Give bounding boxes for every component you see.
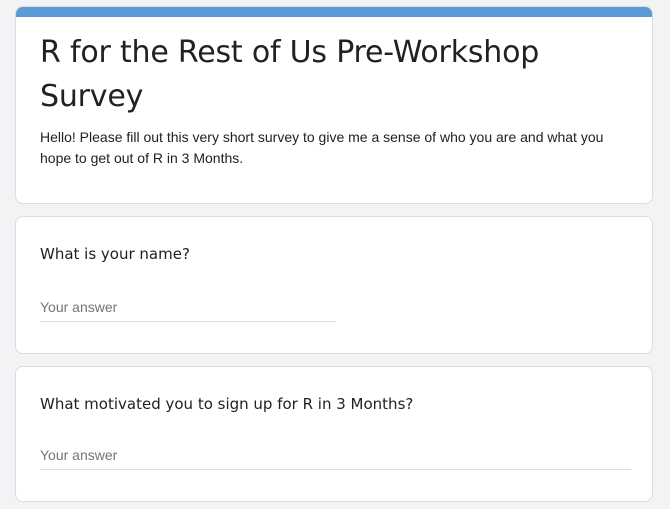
form-header-card: R for the Rest of Us Pre-Workshop Survey… <box>15 6 653 204</box>
form-title: R for the Rest of Us Pre-Workshop Survey <box>40 35 540 114</box>
form-description: Hello! Please fill out this very short s… <box>40 129 604 166</box>
form-container: R for the Rest of Us Pre-Workshop Survey… <box>0 0 670 509</box>
question-card-motivation: What motivated you to sign up for R in 3… <box>15 366 653 502</box>
name-answer-input[interactable] <box>40 297 336 322</box>
question-title: What is your name? <box>40 245 190 263</box>
motivation-answer-input[interactable] <box>40 445 631 470</box>
question-card-name: What is your name? <box>15 216 653 354</box>
question-title: What motivated you to sign up for R in 3… <box>40 395 414 413</box>
form-accent-bar <box>16 7 652 17</box>
